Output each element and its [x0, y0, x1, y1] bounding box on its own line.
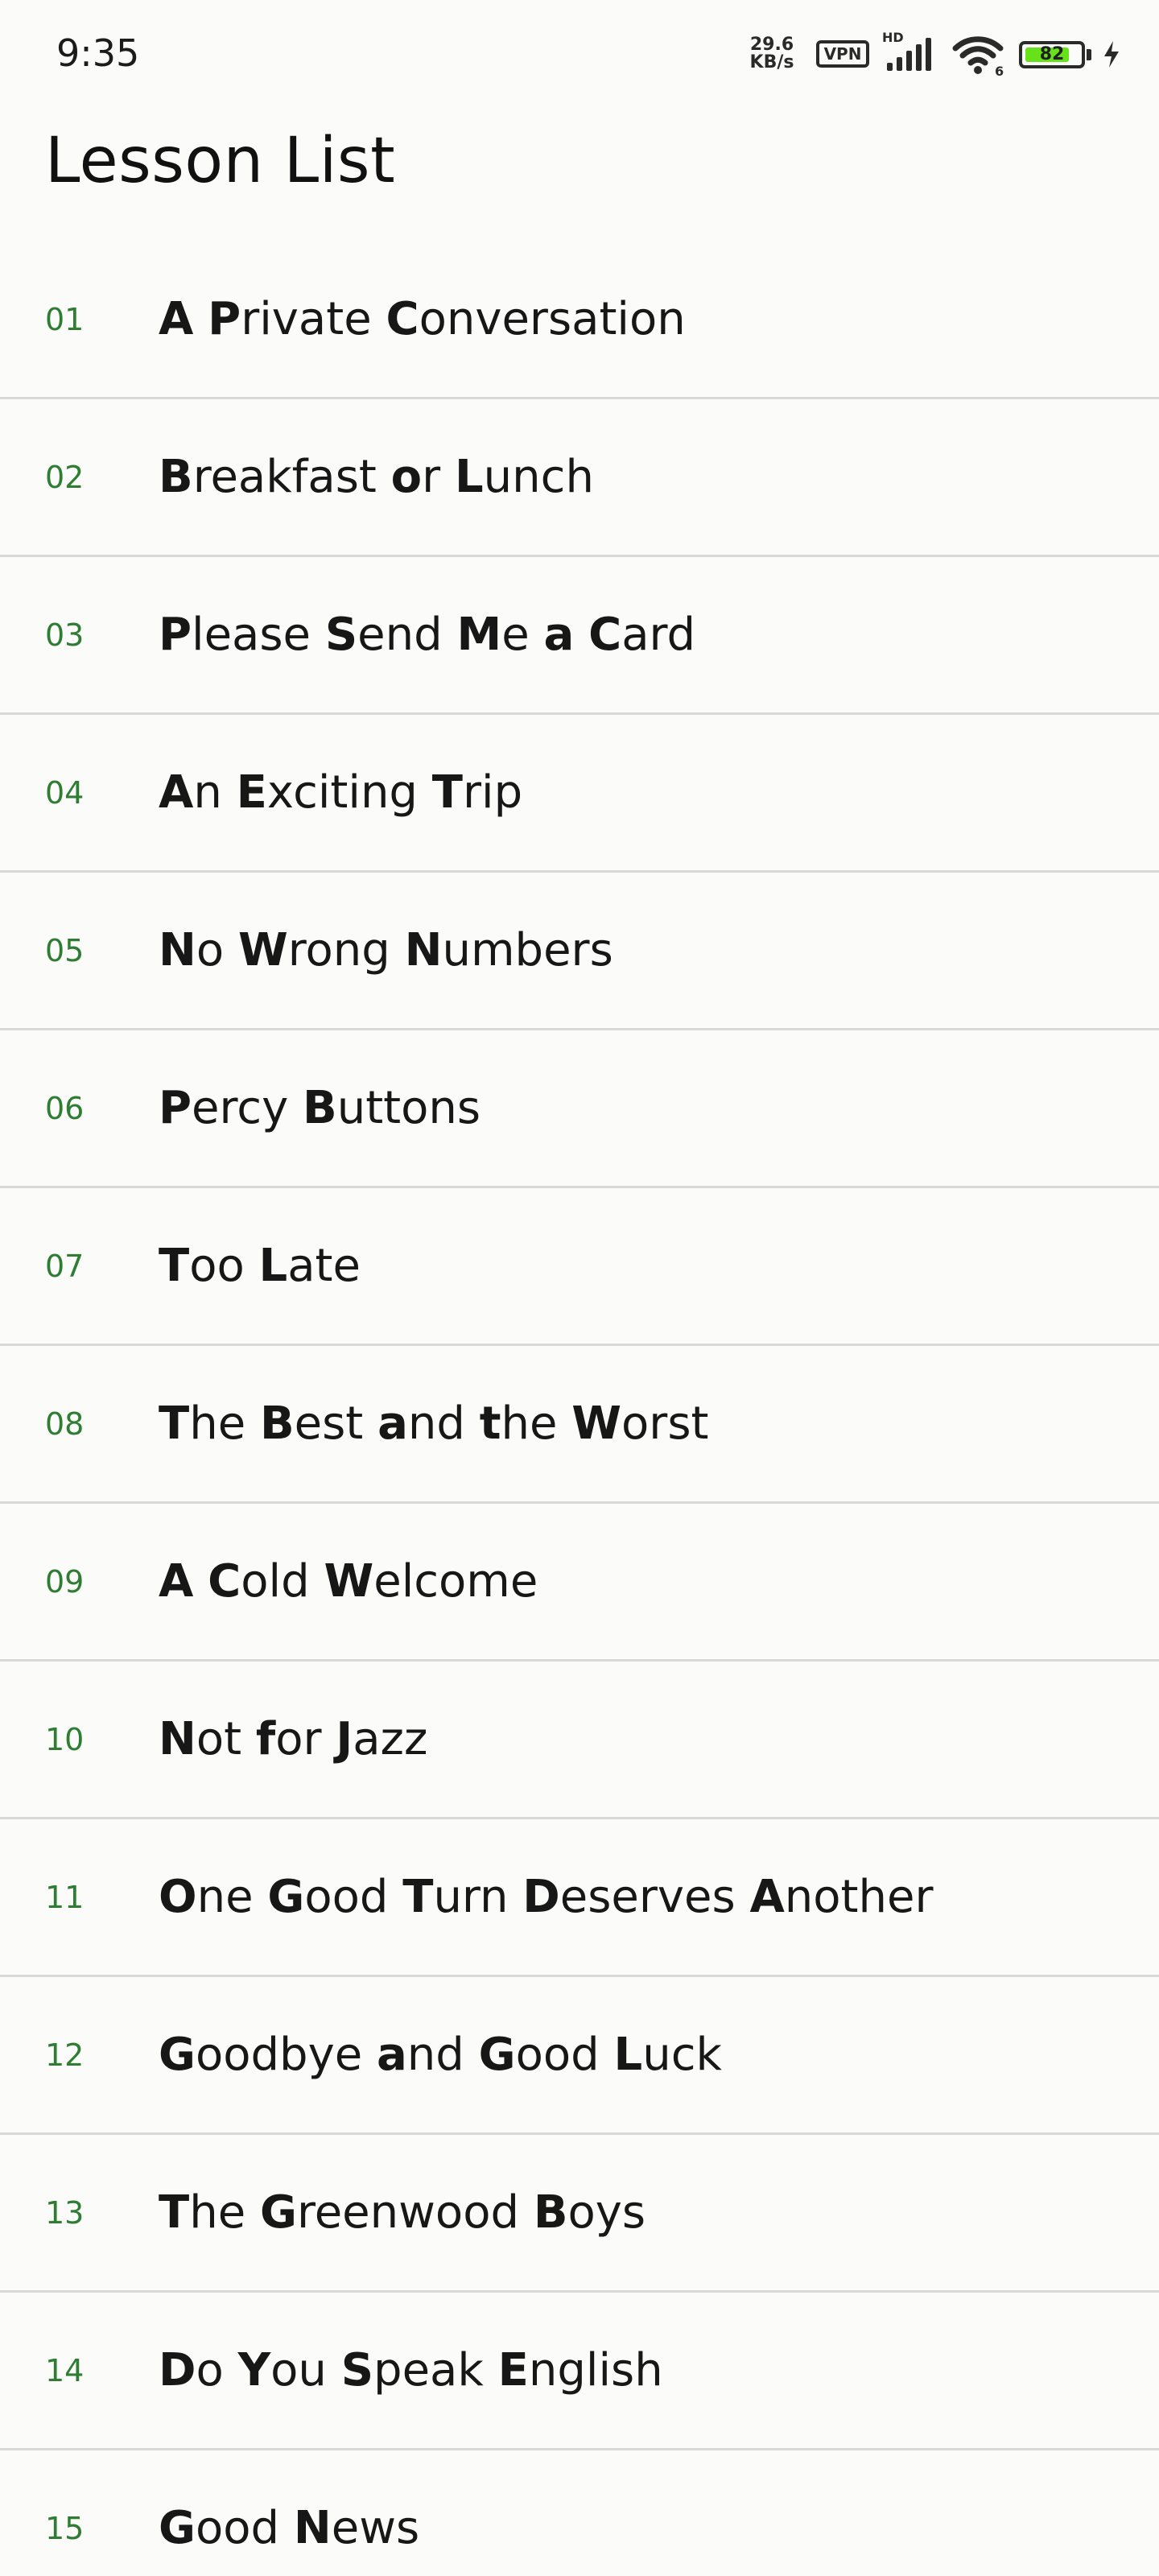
lesson-number: 11 — [45, 1879, 85, 1915]
lesson-number: 03 — [45, 617, 85, 653]
lesson-list: 01 A Private Conversation 02 Breakfast or L… — [0, 242, 1159, 2576]
lesson-item[interactable]: 06 Percy Buttons — [0, 1030, 1159, 1188]
lesson-item[interactable]: 12 Goodbye and Good Luck — [0, 1977, 1159, 2135]
lesson-item[interactable]: 02 Breakfast or Lunch — [0, 399, 1159, 557]
lesson-item[interactable]: 01 A Private Conversation — [0, 242, 1159, 399]
wifi-badge: 6 — [995, 64, 1004, 77]
status-time: 9:35 — [56, 31, 140, 75]
lesson-item[interactable]: 05 No Wrong Numbers — [0, 873, 1159, 1030]
lesson-item[interactable]: 10 Not for Jazz — [0, 1662, 1159, 1819]
network-speed: 29.6 KB/s — [742, 36, 802, 72]
lesson-number: 15 — [45, 2510, 85, 2546]
lesson-number: 07 — [45, 1248, 85, 1284]
lesson-title: Good News — [159, 2501, 420, 2554]
lesson-title: A Private Conversation — [159, 292, 686, 345]
lesson-item[interactable]: 03 Please Send Me a Card — [0, 557, 1159, 715]
battery-icon: 82 — [1019, 31, 1096, 77]
lesson-number: 14 — [45, 2352, 85, 2388]
lesson-title: No Wrong Numbers — [159, 923, 613, 976]
vpn-badge: VPN — [816, 40, 869, 68]
battery-cap — [1087, 49, 1091, 60]
lesson-item[interactable]: 07 Too Late — [0, 1188, 1159, 1346]
status-bar: 9:35 29.6 KB/s VPN HD 6 82 — [0, 0, 1159, 108]
status-icons: 29.6 KB/s VPN HD 6 82 — [742, 31, 1122, 79]
lesson-number: 02 — [45, 459, 85, 495]
lesson-number: 08 — [45, 1406, 85, 1442]
battery-level: 82 — [1039, 44, 1065, 64]
lesson-title: Percy Buttons — [159, 1081, 481, 1134]
lesson-number: 09 — [45, 1563, 85, 1600]
lesson-title: Breakfast or Lunch — [159, 450, 594, 503]
wifi-icon: 6 — [950, 31, 1006, 79]
network-speed-unit: KB/s — [749, 52, 794, 72]
lesson-number: 12 — [45, 2037, 85, 2073]
charging-bolt-icon — [1101, 31, 1122, 77]
lesson-item[interactable]: 13 The Greenwood Boys — [0, 2135, 1159, 2293]
lesson-title: The Best and the Worst — [159, 1397, 709, 1450]
lesson-item[interactable]: 11 One Good Turn Deserves Another — [0, 1819, 1159, 1977]
lesson-number: 06 — [45, 1090, 85, 1126]
lesson-number: 01 — [45, 301, 85, 337]
network-speed-value: 29.6 — [749, 35, 794, 55]
lesson-item[interactable]: 04 An Exciting Trip — [0, 715, 1159, 873]
lesson-title: A Cold Welcome — [159, 1554, 538, 1608]
lesson-title: One Good Turn Deserves Another — [159, 1870, 934, 1923]
lesson-number: 10 — [45, 1721, 85, 1757]
lesson-title: Not for Jazz — [159, 1712, 428, 1765]
lesson-title: Do You Speak English — [159, 2343, 663, 2396]
lesson-title: Too Late — [159, 1239, 361, 1292]
lesson-item[interactable]: 14 Do You Speak English — [0, 2293, 1159, 2450]
page-title: Lesson List — [45, 125, 396, 197]
lesson-item[interactable]: 08 The Best and the Worst — [0, 1346, 1159, 1504]
lesson-title: Please Send Me a Card — [159, 608, 696, 661]
lesson-title: An Exciting Trip — [159, 766, 523, 819]
lesson-number: 13 — [45, 2194, 85, 2231]
lesson-title: Goodbye and Good Luck — [159, 2028, 722, 2081]
signal-hd-label: HD — [882, 30, 904, 45]
lesson-number: 04 — [45, 774, 85, 811]
signal-bars-icon: HD — [881, 31, 937, 77]
lesson-item[interactable]: 15 Good News — [0, 2450, 1159, 2576]
lesson-number: 05 — [45, 932, 85, 968]
battery-shell: 82 — [1019, 41, 1085, 68]
lesson-item[interactable]: 09 A Cold Welcome — [0, 1504, 1159, 1662]
lesson-title: The Greenwood Boys — [159, 2186, 646, 2239]
